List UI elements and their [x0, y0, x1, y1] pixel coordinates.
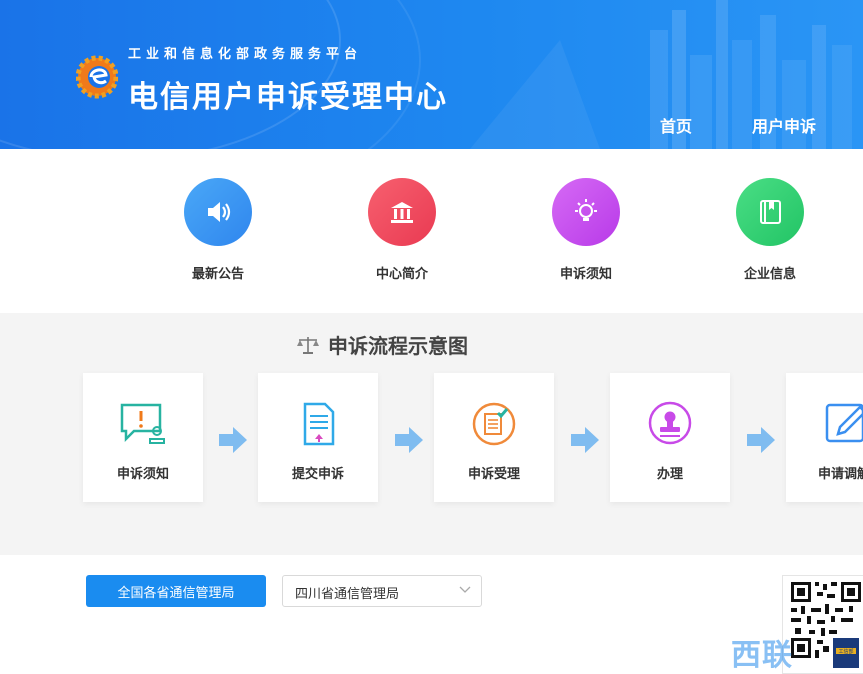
process-step-accept[interactable]: 申诉受理: [434, 373, 554, 502]
arrow-right-icon: [747, 427, 775, 453]
quick-link-about[interactable]: 中心简介: [342, 178, 462, 282]
national-bureaus-button[interactable]: 全国各省通信管理局: [86, 575, 266, 607]
lightbulb-icon: [552, 178, 620, 246]
quick-link-notice[interactable]: 申诉须知: [526, 178, 646, 282]
header-banner: 工业和信息化部政务服务平台 电信用户申诉受理中心 首页 用户申诉: [0, 0, 863, 149]
process-step-label: 申诉受理: [467, 466, 520, 481]
process-step-label: 申请调解: [818, 466, 863, 481]
book-icon: [736, 178, 804, 246]
quick-link-announcements[interactable]: 最新公告: [158, 178, 278, 282]
province-select-value: 四川省通信管理局: [295, 586, 400, 601]
institution-icon: [368, 178, 436, 246]
accept-document-icon: [472, 402, 516, 446]
process-step-submit[interactable]: 提交申诉: [258, 373, 378, 502]
process-step-label: 申诉须知: [116, 466, 169, 481]
submit-document-icon: [303, 402, 335, 446]
watermark-text: 西联: [731, 639, 793, 672]
arrow-right-icon: [219, 427, 247, 453]
process-step-mediation[interactable]: 申请调解: [786, 373, 863, 502]
speaker-icon: [184, 178, 252, 246]
process-step-handle[interactable]: 办理: [610, 373, 730, 502]
province-select[interactable]: 四川省通信管理局: [282, 575, 482, 607]
process-title: 申诉流程示意图: [296, 330, 468, 359]
quick-link-label: 申诉须知: [559, 266, 612, 281]
chevron-down-icon: [459, 586, 471, 593]
process-step-label: 提交申诉: [291, 466, 344, 481]
scales-icon: [297, 336, 319, 354]
process-step-label: 办理: [656, 466, 683, 481]
platform-subtitle: 工业和信息化部政务服务平台: [128, 46, 363, 61]
stamp-icon: [648, 401, 692, 445]
process-step-notice[interactable]: 申诉须知: [83, 373, 203, 502]
notice-chat-icon: [120, 403, 165, 444]
qr-badge-caption: 工信部: [838, 648, 853, 655]
arrow-right-icon: [571, 427, 599, 453]
logo-icon: [76, 55, 118, 99]
nav-user-complaint[interactable]: 用户申诉: [752, 113, 816, 137]
arrow-right-icon: [395, 427, 423, 453]
site-title: 电信用户申诉受理中心: [128, 81, 448, 114]
qr-code-panel: 工信部: [782, 575, 863, 674]
quick-link-label: 最新公告: [191, 266, 244, 281]
process-title-text: 申诉流程示意图: [328, 336, 468, 358]
nav-home[interactable]: 首页: [660, 113, 692, 137]
quick-link-enterprise[interactable]: 企业信息: [710, 178, 830, 282]
qr-code-icon: 工信部: [791, 582, 861, 668]
quick-link-label: 中心简介: [375, 266, 428, 281]
quick-link-label: 企业信息: [743, 266, 796, 281]
edit-pen-icon: [825, 403, 863, 443]
